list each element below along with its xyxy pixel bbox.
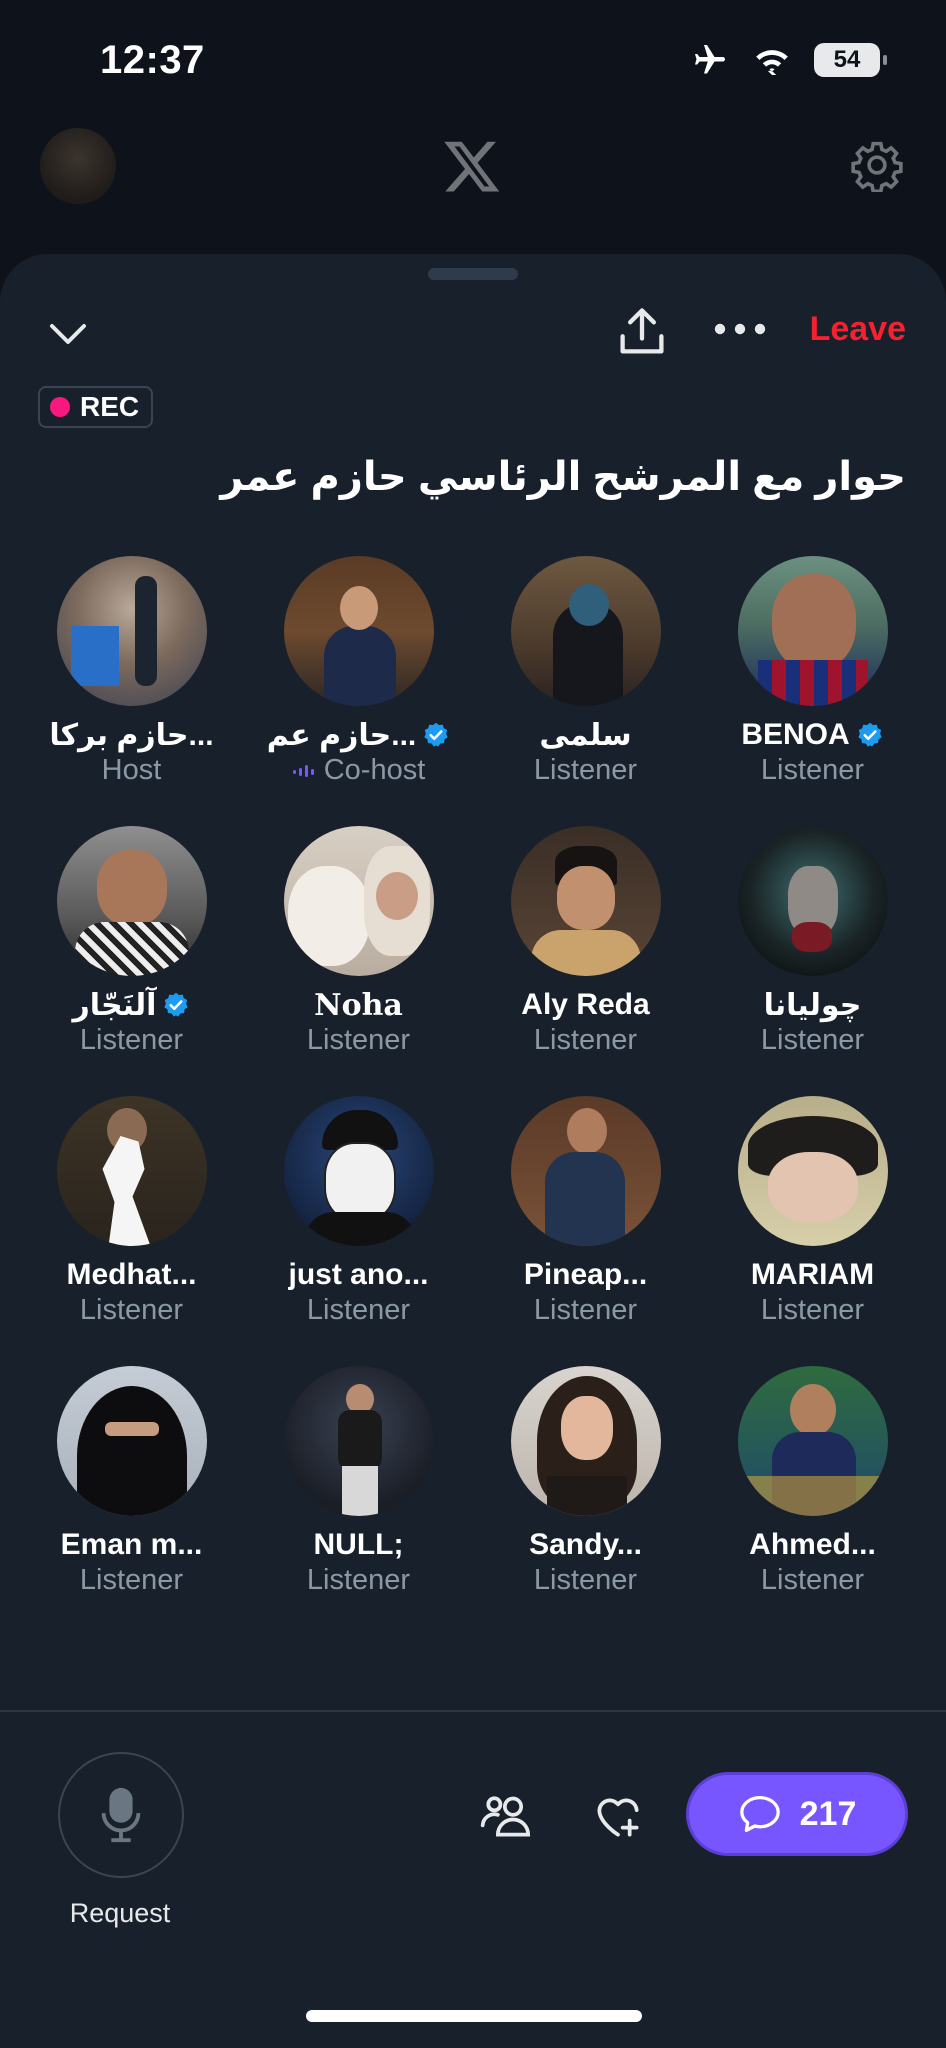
participant-avatar bbox=[737, 1096, 888, 1246]
participant-role: Listener bbox=[533, 754, 638, 786]
participant-avatar bbox=[737, 1366, 888, 1516]
participant-card[interactable]: Pineap... Listener bbox=[472, 1096, 699, 1327]
participant-card[interactable]: حازم بركا... Host bbox=[18, 556, 245, 787]
participant-grid: حازم بركا... Host حازم عم... Co-host سلم bbox=[0, 556, 946, 1636]
participant-card[interactable]: MARIAM Listener bbox=[699, 1096, 926, 1327]
participant-role: Listener bbox=[760, 1024, 865, 1056]
participant-role: Listener bbox=[533, 1564, 638, 1596]
participant-avatar bbox=[737, 556, 888, 706]
participant-name: حازم بركا... bbox=[49, 718, 214, 752]
share-icon[interactable] bbox=[616, 304, 668, 360]
participant-role: Listener bbox=[79, 1024, 184, 1056]
wifi-icon bbox=[756, 50, 788, 75]
participant-avatar bbox=[737, 826, 888, 976]
battery-icon: 54 bbox=[814, 43, 887, 77]
microphone-icon bbox=[101, 1787, 141, 1843]
battery-level: 54 bbox=[833, 46, 861, 73]
participant-name: Aly Reda bbox=[521, 988, 650, 1021]
participant-avatar bbox=[283, 1366, 434, 1516]
participant-role: Listener bbox=[306, 1564, 411, 1596]
participant-name: چوليانا bbox=[763, 988, 862, 1022]
people-icon[interactable] bbox=[478, 1788, 534, 1844]
participant-name: Pineap... bbox=[523, 1258, 648, 1291]
participant-card[interactable]: چوليانا Listener bbox=[699, 826, 926, 1057]
chevron-down-icon[interactable] bbox=[44, 310, 92, 358]
participant-avatar bbox=[56, 826, 207, 976]
speaking-indicator-icon bbox=[292, 764, 314, 777]
participant-name: NULL; bbox=[313, 1528, 404, 1561]
bottom-bar: Request 217 bbox=[0, 1710, 946, 2048]
recording-label: REC bbox=[80, 391, 140, 422]
participant-name: Noha bbox=[314, 987, 403, 1023]
status-bar: 12:37 54 bbox=[0, 0, 946, 120]
participant-name: Eman m... bbox=[60, 1528, 203, 1561]
participant-avatar bbox=[56, 556, 207, 706]
sheet-grabber[interactable] bbox=[428, 268, 518, 280]
participant-card[interactable]: Ahmed... Listener bbox=[699, 1366, 926, 1597]
participant-card[interactable]: Noha Listener bbox=[245, 826, 472, 1057]
more-icon[interactable] bbox=[712, 314, 768, 344]
recording-badge: REC bbox=[38, 386, 154, 428]
participant-role: Listener bbox=[760, 754, 865, 786]
airplane-icon bbox=[695, 45, 725, 74]
participant-avatar bbox=[510, 1366, 661, 1516]
participant-role: Listener bbox=[760, 1294, 865, 1326]
participant-role: Listener bbox=[533, 1294, 638, 1326]
participant-avatar bbox=[283, 826, 434, 976]
participant-name: Ahmed... bbox=[749, 1528, 876, 1561]
participant-role: Listener bbox=[533, 1024, 638, 1056]
home-indicator[interactable] bbox=[306, 2010, 642, 2022]
space-title: حوار مع المرشح الرئاسي حازم عمر bbox=[220, 455, 906, 499]
x-logo-icon bbox=[444, 141, 500, 192]
participant-role: Listener bbox=[79, 1564, 184, 1596]
participant-card[interactable]: آلنَجّار Listener bbox=[18, 826, 245, 1057]
verified-badge-icon bbox=[164, 992, 189, 1017]
participant-role: Listener bbox=[79, 1294, 184, 1326]
request-label: Request bbox=[69, 1898, 171, 1928]
participant-name: سلمى bbox=[539, 718, 632, 752]
verified-badge-icon bbox=[858, 722, 882, 747]
participant-card[interactable]: Eman m... Listener bbox=[18, 1366, 245, 1597]
recording-dot-icon bbox=[50, 397, 70, 417]
participant-role: Co-host bbox=[323, 754, 426, 786]
participant-avatar bbox=[56, 1096, 207, 1246]
chat-bubble-icon bbox=[739, 1796, 780, 1832]
participant-card[interactable]: سلمى Listener bbox=[472, 556, 699, 787]
participant-name: آلنَجّار bbox=[72, 988, 157, 1022]
participant-avatar bbox=[283, 556, 434, 706]
participant-avatar bbox=[56, 1366, 207, 1516]
participant-name: just ano... bbox=[288, 1258, 429, 1291]
participant-role: Listener bbox=[760, 1564, 865, 1596]
status-time: 12:37 bbox=[100, 38, 205, 82]
participant-name: حازم عم... bbox=[266, 718, 417, 752]
leave-button[interactable]: Leave bbox=[810, 310, 906, 349]
request-mic-button[interactable] bbox=[58, 1752, 184, 1878]
gear-icon[interactable] bbox=[850, 138, 904, 192]
participant-name: MARIAM bbox=[750, 1258, 875, 1291]
participant-card[interactable]: just ano... Listener bbox=[245, 1096, 472, 1327]
status-icons: 54 bbox=[690, 42, 887, 78]
participant-role: Listener bbox=[306, 1024, 411, 1056]
participant-name: BENOA bbox=[741, 718, 850, 751]
participant-role: Host bbox=[101, 754, 162, 786]
participant-card[interactable]: Aly Reda Listener bbox=[472, 826, 699, 1057]
participant-avatar bbox=[510, 826, 661, 976]
participant-card[interactable]: Sandy... Listener bbox=[472, 1366, 699, 1597]
comments-button[interactable]: 217 bbox=[686, 1772, 908, 1856]
participant-name: Medhat... bbox=[66, 1258, 197, 1291]
participant-avatar bbox=[283, 1096, 434, 1246]
participant-role: Listener bbox=[306, 1294, 411, 1326]
profile-avatar[interactable] bbox=[40, 128, 116, 204]
app-header bbox=[0, 120, 946, 260]
participant-card[interactable]: حازم عم... Co-host bbox=[245, 556, 472, 787]
heart-add-icon[interactable] bbox=[590, 1788, 646, 1844]
participant-avatar bbox=[510, 1096, 661, 1246]
participant-name: Sandy... bbox=[529, 1528, 642, 1561]
participant-card[interactable]: BENOA Listener bbox=[699, 556, 926, 787]
comments-count: 217 bbox=[799, 1794, 857, 1833]
participant-avatar bbox=[510, 556, 661, 706]
participant-card[interactable]: NULL; Listener bbox=[245, 1366, 472, 1597]
verified-badge-icon bbox=[424, 722, 448, 747]
participant-card[interactable]: Medhat... Listener bbox=[18, 1096, 245, 1327]
